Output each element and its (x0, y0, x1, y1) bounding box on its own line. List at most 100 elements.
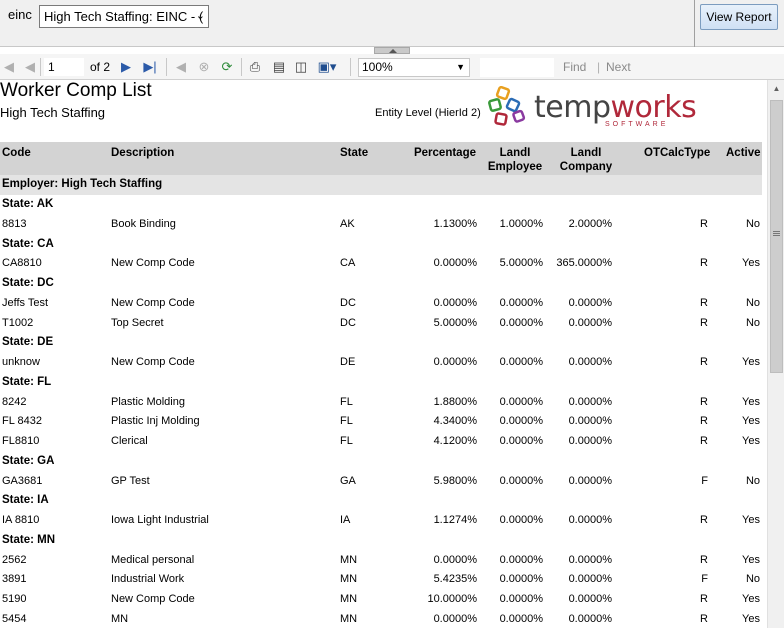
col-landi-employee-2: Employee (487, 161, 543, 173)
cell-code: 5454 (2, 612, 27, 625)
state-group-row: State: IA (0, 491, 762, 511)
cell-active: No (745, 316, 760, 329)
export-icon[interactable]: ▣▾ (316, 59, 338, 75)
stop-icon[interactable]: ⊗ (196, 59, 212, 75)
chevron-down-icon: ⌄ (195, 10, 205, 22)
cell-code: unknow (2, 356, 40, 368)
col-landi-company-2: Company (559, 161, 613, 173)
table-row: 5190 New Comp Code MN 10.0000% 0.0000% 0.0000… (0, 590, 762, 610)
state-group-label: State: AK (2, 198, 54, 210)
cell-active: Yes (742, 435, 760, 447)
cell-active: No (745, 573, 760, 586)
cell-otcalctype: R (700, 356, 708, 368)
vertical-scrollbar[interactable]: ▲ (767, 80, 784, 628)
page-number-input[interactable]: 1 (44, 58, 84, 76)
cell-percentage: 0.0000% (433, 257, 477, 270)
cell-otcalctype: R (700, 257, 708, 270)
cell-landi-company: 0.0000% (568, 612, 612, 625)
state-group-label: State: MN (2, 533, 56, 546)
table-row: 3891 Industrial Work MN 5.4235% 0.0000% 0.000… (0, 570, 762, 590)
cell-state: DC (340, 296, 356, 309)
cell-landi-employee: 0.0000% (499, 514, 543, 526)
print-layout-icon[interactable]: ▤ (271, 59, 287, 75)
cell-description: Book Binding (111, 217, 176, 230)
cell-landi-company: 0.0000% (568, 435, 612, 447)
find-next-link[interactable]: Next (606, 60, 631, 74)
state-group-label: State: CA (2, 237, 54, 250)
cell-description: Plastic Inj Molding (111, 415, 200, 428)
cell-description: MN (111, 612, 129, 625)
cell-landi-employee: 0.0000% (499, 316, 543, 329)
collapse-params-handle[interactable] (374, 47, 410, 54)
cell-otcalctype: R (700, 217, 708, 230)
cell-active: No (745, 474, 760, 487)
cell-description: Medical personal (111, 553, 195, 566)
cell-state: DE (340, 356, 356, 368)
cell-state: CA (340, 257, 356, 270)
cell-otcalctype: R (700, 316, 708, 329)
last-page-icon[interactable]: ▶| (143, 59, 157, 75)
page-setup-icon[interactable]: ◫ (293, 59, 309, 75)
page-total: 2 (103, 60, 111, 74)
col-percentage: Percentage (413, 147, 476, 159)
cell-landi-employee: 0.0000% (499, 395, 543, 408)
col-code: Code (2, 147, 31, 159)
cell-code: GA3681 (2, 474, 43, 487)
cell-landi-employee: 0.0000% (499, 415, 543, 428)
next-page-icon[interactable]: ▶ (120, 59, 132, 75)
table-row: IA 8810 Iowa Light Industrial IA 1.1274% 0.0… (0, 511, 762, 531)
cell-landi-employee: 0.0000% (499, 474, 543, 487)
scroll-thumb[interactable] (770, 100, 783, 373)
refresh-icon[interactable]: ⟳ (219, 59, 235, 75)
first-page-icon[interactable]: ◀︎ (3, 59, 15, 75)
state-group-label: State: GA (2, 454, 55, 467)
find-input[interactable] (480, 58, 554, 77)
cell-landi-employee: 0.0000% (499, 612, 543, 625)
cell-landi-company: 0.0000% (568, 593, 612, 605)
cell-active: No (745, 217, 760, 230)
cell-code: 3891 (2, 573, 27, 586)
cell-landi-company: 0.0000% (568, 474, 612, 487)
cell-percentage: 0.0000% (433, 296, 477, 309)
state-group-label: State: IA (2, 494, 49, 507)
cell-active: Yes (742, 514, 760, 526)
find-link[interactable]: Find (563, 60, 586, 74)
cell-code: 2562 (2, 553, 27, 566)
cell-otcalctype: R (700, 612, 708, 625)
state-group-row: State: CA (0, 235, 762, 255)
cell-state: IA (340, 514, 351, 526)
back-icon[interactable]: ◀ (174, 59, 188, 75)
tempworks-logo: tempworks SOFTWARE (488, 85, 697, 132)
cell-landi-company: 0.0000% (568, 296, 612, 309)
cell-state: MN (340, 593, 358, 605)
cell-active: Yes (742, 257, 760, 270)
cell-description: GP Test (111, 474, 150, 487)
col-active: Active (726, 147, 761, 159)
cell-landi-employee: 0.0000% (499, 296, 543, 309)
cell-percentage: 0.0000% (433, 356, 477, 368)
cell-description: New Comp Code (111, 356, 195, 368)
cell-code: CA8810 (2, 257, 42, 270)
prev-page-icon[interactable]: ◀ (24, 59, 36, 75)
cell-active: Yes (742, 395, 760, 408)
logo-text-temp: temp (534, 90, 611, 125)
cell-active: Yes (742, 612, 760, 625)
table-row: 5454 MN MN 0.0000% 0.0000% 0.0000% R Yes (0, 610, 762, 628)
cell-code: FL 8432 (2, 415, 42, 428)
divider (694, 0, 695, 47)
col-state: State (340, 147, 369, 159)
chevron-down-icon: ▼ (456, 62, 465, 72)
zoom-select[interactable]: 100% ▼ (358, 58, 470, 77)
print-icon[interactable]: ⎙ (247, 59, 263, 75)
cell-landi-employee: 0.0000% (499, 435, 543, 447)
state-group-label: State: FL (2, 375, 52, 388)
view-report-button[interactable]: View Report (700, 4, 778, 30)
table-row: 8813 Book Binding AK 1.1300% 1.0000% 2.0000% R… (0, 215, 762, 235)
employer-select[interactable]: High Tech Staffing: EINC - ( ⌄ (39, 5, 209, 28)
report-subtitle: High Tech Staffing (0, 105, 106, 120)
scroll-up-icon[interactable]: ▲ (768, 80, 784, 97)
cell-code: Jeffs Test (2, 296, 49, 309)
state-group-label: State: DE (2, 336, 54, 349)
cell-percentage: 5.0000% (433, 316, 477, 329)
cell-code: 8813 (2, 217, 27, 230)
